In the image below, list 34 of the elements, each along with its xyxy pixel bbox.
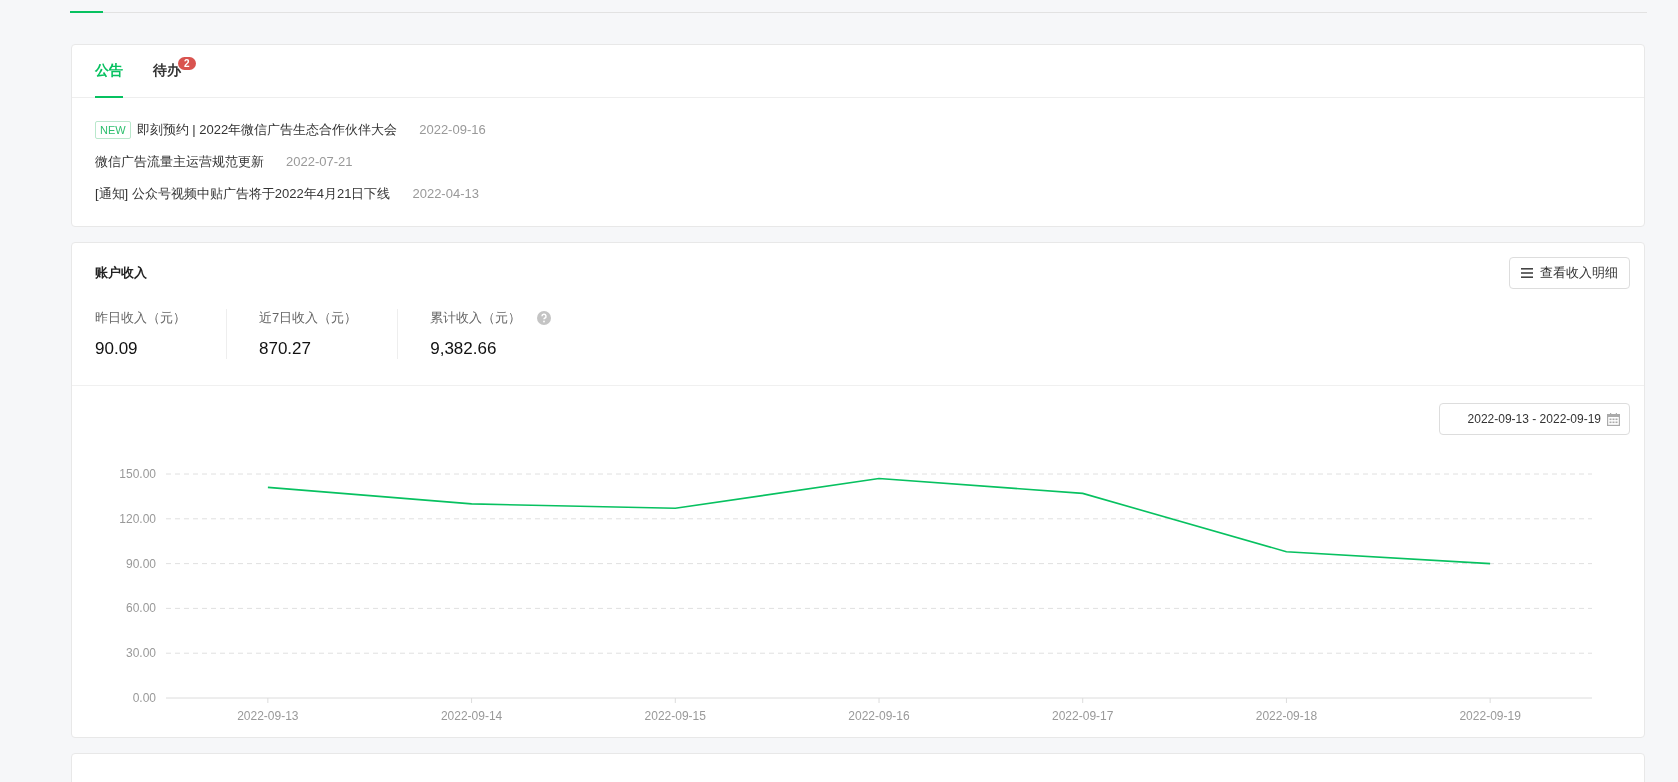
- y-axis-label: 0.00: [132, 691, 156, 705]
- date-range-field[interactable]: 2022-09-13 - 2022-09-19: [1438, 403, 1630, 435]
- x-axis-label: 2022-09-18: [1255, 709, 1318, 723]
- menu-icon: [1521, 268, 1533, 278]
- stat-value: 90.09: [95, 339, 139, 359]
- announcement-date: 2022-07-21: [286, 154, 353, 169]
- stat-value: 9,382.66: [430, 339, 498, 359]
- x-axis-label: 2022-09-13: [237, 709, 299, 723]
- calendar-icon: [1607, 412, 1620, 426]
- stat-value: 870.27: [259, 339, 312, 359]
- y-axis-label: 90.00: [125, 556, 156, 571]
- new-tag: NEW: [95, 120, 131, 139]
- stat-label: 累计收入（元）: [430, 309, 522, 327]
- announcement-date: 2022-04-13: [412, 186, 479, 201]
- announcement-date: 2022-09-16: [419, 122, 486, 137]
- y-axis-label: 120.00: [119, 511, 156, 526]
- x-axis-label: 2022-09-14: [440, 709, 503, 723]
- x-axis-label: 2022-09-19: [1459, 709, 1521, 723]
- x-axis-label: 2022-09-16: [848, 709, 910, 723]
- help-icon[interactable]: [537, 311, 552, 325]
- announcement-link[interactable]: [通知] 公众号视频中贴广告将于2022年4月21日下线: [95, 184, 391, 203]
- announcement-link[interactable]: 微信广告流量主运营规范更新: [95, 152, 264, 171]
- income-detail-button[interactable]: 查看收入明细: [1509, 257, 1630, 289]
- y-axis-label: 60.00: [125, 601, 156, 616]
- section-title: 账户收入: [95, 264, 147, 282]
- announcement-link[interactable]: 即刻预约 | 2022年微信广告生态合作伙伴大会: [136, 120, 398, 139]
- y-axis-label: 30.00: [125, 646, 156, 661]
- x-axis-label: 2022-09-17: [1052, 709, 1114, 723]
- stat-label: 昨日收入（元）: [95, 309, 186, 327]
- stat-label: 近7日收入（元）: [259, 309, 358, 327]
- x-axis-label: 2022-09-15: [644, 709, 706, 723]
- tab-indicator: [70, 11, 103, 13]
- y-axis-label: 150.00: [119, 467, 156, 481]
- tab[interactable]: 待办: [153, 45, 181, 98]
